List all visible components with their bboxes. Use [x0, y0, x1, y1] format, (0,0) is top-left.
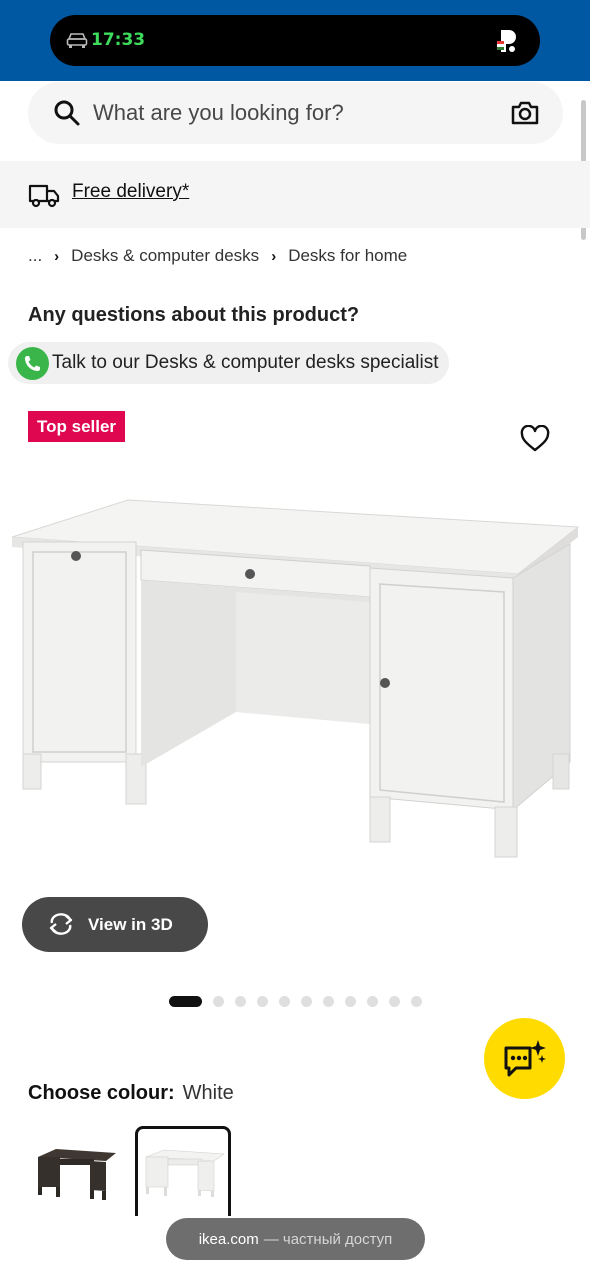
clock: 17:33 [91, 30, 146, 50]
chevron-right-icon: › [54, 247, 60, 265]
top-seller-badge: Top seller [28, 411, 126, 442]
carousel-dot[interactable] [345, 996, 356, 1007]
pinned-app-icon [497, 30, 516, 52]
breadcrumb-desks-computer-desks[interactable]: Desks & computer desks [71, 246, 259, 266]
free-delivery-link[interactable]: Free delivery* [72, 181, 189, 203]
delivery-banner[interactable]: Free delivery* [0, 161, 590, 228]
specialist-label: Talk to our Desks & computer desks speci… [52, 352, 439, 373]
private-access-label: — частный доступ [263, 1230, 393, 1248]
heart-icon[interactable] [520, 425, 550, 453]
view-in-3d-label: View in 3D [88, 914, 173, 934]
search-bar[interactable]: What are you looking for? [28, 82, 563, 144]
questions-heading: Any questions about this product? [28, 304, 360, 326]
carousel-pagination [169, 996, 433, 1007]
breadcrumb-desks-for-home[interactable]: Desks for home [288, 246, 407, 266]
selected-colour: White [182, 1082, 234, 1104]
carousel-dot[interactable] [323, 996, 334, 1007]
dynamic-island[interactable]: 17:33 [50, 15, 540, 66]
white-desk-thumbnail [145, 1149, 225, 1197]
view-in-3d-button[interactable]: View in 3D [22, 897, 208, 952]
rotate-3d-icon [49, 913, 73, 935]
ai-assistant-button[interactable] [484, 1018, 565, 1099]
colour-swatch-white[interactable] [135, 1126, 231, 1216]
carousel-dot[interactable] [213, 996, 224, 1007]
colour-swatch-black-brown[interactable] [28, 1135, 120, 1200]
carousel-dot[interactable] [301, 996, 312, 1007]
choose-colour-label: Choose colour: [28, 1082, 175, 1104]
carousel-dot[interactable] [235, 996, 246, 1007]
breadcrumb-ellipsis[interactable]: ... [28, 246, 42, 266]
carousel-dot[interactable] [411, 996, 422, 1007]
carousel-dot[interactable] [279, 996, 290, 1007]
status-bar: 17:33 [0, 0, 590, 81]
car-icon [66, 33, 88, 48]
talk-to-specialist-button[interactable]: Talk to our Desks & computer desks speci… [8, 342, 449, 384]
browser-url-bar[interactable]: ikea.com — частный доступ [166, 1218, 425, 1260]
carousel-dot[interactable] [389, 996, 400, 1007]
search-input[interactable]: What are you looking for? [93, 100, 344, 126]
camera-icon[interactable] [511, 100, 539, 126]
breadcrumb: ... › Desks & computer desks › Desks for… [28, 246, 407, 266]
search-icon[interactable] [53, 99, 81, 127]
carousel-dot[interactable] [257, 996, 268, 1007]
colour-selector-heading: Choose colour: White [28, 1082, 234, 1105]
product-image[interactable] [8, 492, 583, 872]
chevron-right-icon: › [271, 247, 277, 265]
url-domain: ikea.com [198, 1230, 259, 1248]
ai-chat-icon [504, 1040, 546, 1077]
truck-icon [28, 184, 60, 208]
phone-icon [16, 347, 49, 380]
carousel-dot-active[interactable] [169, 996, 202, 1007]
carousel-dot[interactable] [367, 996, 378, 1007]
